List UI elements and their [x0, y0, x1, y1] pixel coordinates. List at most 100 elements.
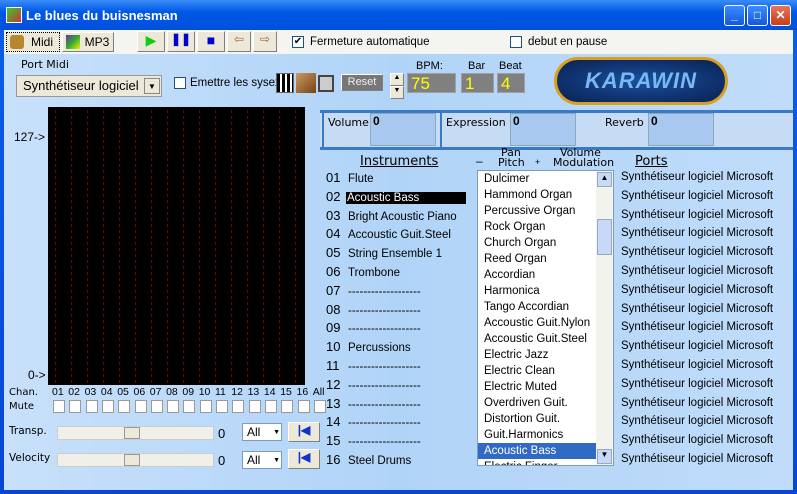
instrument-row[interactable]: 05 String Ensemble 1 [326, 245, 444, 260]
reset-button[interactable]: Reset [341, 74, 383, 91]
program-item[interactable]: Guit.Harmonics [478, 427, 596, 443]
program-item[interactable]: Electric Muted [478, 379, 596, 395]
bpm-spinner-down[interactable]: ▼ [390, 86, 404, 99]
program-item[interactable]: Percussive Organ [478, 203, 596, 219]
program-item[interactable]: Dulcimer [478, 171, 596, 187]
instrument-row[interactable]: 13 ------------------- [326, 396, 423, 411]
port-name[interactable]: Synthétiseur logiciel Microsoft [621, 359, 773, 371]
pause-button[interactable]: ❚❚ [167, 31, 195, 52]
mute-checkbox[interactable] [118, 400, 131, 413]
program-item[interactable]: Hammond Organ [478, 187, 596, 203]
mute-checkbox[interactable] [101, 400, 114, 413]
mute-checkbox[interactable] [313, 400, 326, 413]
tab-midi[interactable]: Midi [6, 32, 60, 52]
organ-icon[interactable] [296, 73, 316, 93]
mute-checkbox[interactable] [232, 400, 245, 413]
piano-icon[interactable] [276, 73, 294, 93]
port-name[interactable]: Synthétiseur logiciel Microsoft [621, 378, 773, 390]
transp-reset-button[interactable]: |◀ [288, 422, 320, 442]
program-item[interactable]: Distortion Guit. [478, 411, 596, 427]
instrument-row[interactable]: 14 ------------------- [326, 414, 423, 429]
program-listbox[interactable]: Dulcimer Hammond Organ Percussive Organ Roc… [477, 170, 614, 466]
program-item[interactable]: Church Organ [478, 235, 596, 251]
reverb-control[interactable]: 0 [648, 113, 714, 146]
port-name[interactable]: Synthétiseur logiciel Microsoft [621, 246, 773, 258]
program-item[interactable]: Tango Accordian [478, 299, 596, 315]
instrument-row[interactable]: 15 ------------------- [326, 433, 423, 448]
mute-checkbox[interactable] [199, 400, 212, 413]
program-item[interactable]: Accordian [478, 267, 596, 283]
port-name[interactable]: Synthétiseur logiciel Microsoft [621, 303, 773, 315]
fermeture-checkbox[interactable]: ✔ [292, 36, 304, 48]
program-item[interactable]: Overdriven Guit. [478, 395, 596, 411]
velocity-slider-thumb[interactable] [124, 454, 140, 466]
minimize-button[interactable]: _ [724, 5, 745, 26]
program-item[interactable]: Electric Jazz [478, 347, 596, 363]
program-item[interactable]: Accoustic Guit.Nylon [478, 315, 596, 331]
instrument-row[interactable]: 03 Bright Acoustic Piano [326, 208, 459, 223]
mute-checkbox[interactable] [183, 400, 196, 413]
program-item[interactable]: Harmonica [478, 283, 596, 299]
instrument-row[interactable]: 01 Flute [326, 170, 376, 185]
mute-checkbox[interactable] [53, 400, 65, 413]
transp-select[interactable]: All ▼ [242, 423, 282, 441]
scroll-thumb[interactable] [597, 219, 612, 255]
pause-checkbox[interactable] [510, 36, 522, 48]
expression-control[interactable]: 0 [510, 113, 576, 146]
mute-checkbox[interactable] [216, 400, 228, 413]
bpm-spinner-up[interactable]: ▲ [390, 73, 404, 86]
mute-checkbox[interactable] [248, 400, 261, 413]
instrument-row[interactable]: 09 ------------------- [326, 320, 423, 335]
port-name[interactable]: Synthétiseur logiciel Microsoft [621, 284, 773, 296]
instrument-row[interactable]: 08 ------------------- [326, 302, 423, 317]
save-disk-icon[interactable] [318, 75, 334, 92]
mute-checkbox[interactable] [134, 400, 147, 413]
instrument-row[interactable]: 11 ------------------- [326, 358, 423, 373]
program-item[interactable]: Reed Organ [478, 251, 596, 267]
velocity-slider[interactable] [57, 453, 214, 467]
maximize-button[interactable]: □ [747, 5, 768, 26]
tab-mp3[interactable]: MP3 [62, 32, 114, 52]
port-name[interactable]: Synthétiseur logiciel Microsoft [621, 321, 773, 333]
listbox-scrollbar[interactable]: ▲ ▼ [596, 171, 613, 465]
port-name[interactable]: Synthétiseur logiciel Microsoft [621, 415, 773, 427]
port-name[interactable]: Synthétiseur logiciel Microsoft [621, 227, 773, 239]
sysex-checkbox[interactable] [174, 77, 186, 89]
port-name[interactable]: Synthétiseur logiciel Microsoft [621, 397, 773, 409]
instrument-row[interactable]: 16 Steel Drums [326, 452, 413, 467]
port-name[interactable]: Synthétiseur logiciel Microsoft [621, 434, 773, 446]
program-item[interactable]: Acoustic Bass [478, 443, 596, 459]
program-item[interactable]: Accoustic Guit.Steel [478, 331, 596, 347]
previous-button[interactable]: ⇦ [227, 31, 251, 52]
port-name[interactable]: Synthétiseur logiciel Microsoft [621, 209, 773, 221]
velocity-reset-button[interactable]: |◀ [288, 449, 320, 469]
instrument-row[interactable]: 10 Percussions [326, 339, 413, 354]
scroll-down-button[interactable]: ▼ [597, 449, 612, 464]
instrument-row[interactable]: 02 Acoustic Bass [326, 189, 466, 204]
port-name[interactable]: Synthétiseur logiciel Microsoft [621, 190, 773, 202]
volume-control[interactable]: 0 [370, 113, 436, 146]
mute-checkbox[interactable] [85, 400, 98, 413]
port-name[interactable]: Synthétiseur logiciel Microsoft [621, 171, 773, 183]
port-name[interactable]: Synthétiseur logiciel Microsoft [621, 340, 773, 352]
port-name[interactable]: Synthétiseur logiciel Microsoft [621, 453, 773, 465]
instrument-row[interactable]: 07 ------------------- [326, 283, 423, 298]
instrument-row[interactable]: 06 Trombone [326, 264, 402, 279]
instrument-row[interactable]: 12 ------------------- [326, 377, 423, 392]
mute-checkbox[interactable] [297, 400, 310, 413]
play-button[interactable]: ▶ [137, 31, 165, 52]
mute-checkbox[interactable] [150, 400, 163, 413]
mute-checkbox[interactable] [69, 400, 82, 413]
stop-button[interactable]: ■ [197, 31, 225, 52]
velocity-select[interactable]: All ▼ [242, 451, 282, 469]
mute-checkbox[interactable] [281, 400, 294, 413]
close-button[interactable]: ✕ [770, 5, 791, 26]
program-item[interactable]: Electric Clean [478, 363, 596, 379]
mute-checkbox[interactable] [167, 400, 180, 413]
program-item[interactable]: Electric Finger [478, 459, 596, 465]
scroll-up-button[interactable]: ▲ [597, 172, 612, 187]
instrument-row[interactable]: 04 Accoustic Guit.Steel [326, 226, 453, 241]
transp-slider-thumb[interactable] [124, 427, 140, 439]
program-item[interactable]: Rock Organ [478, 219, 596, 235]
port-select[interactable]: Synthétiseur logiciel ▼ [16, 75, 162, 97]
